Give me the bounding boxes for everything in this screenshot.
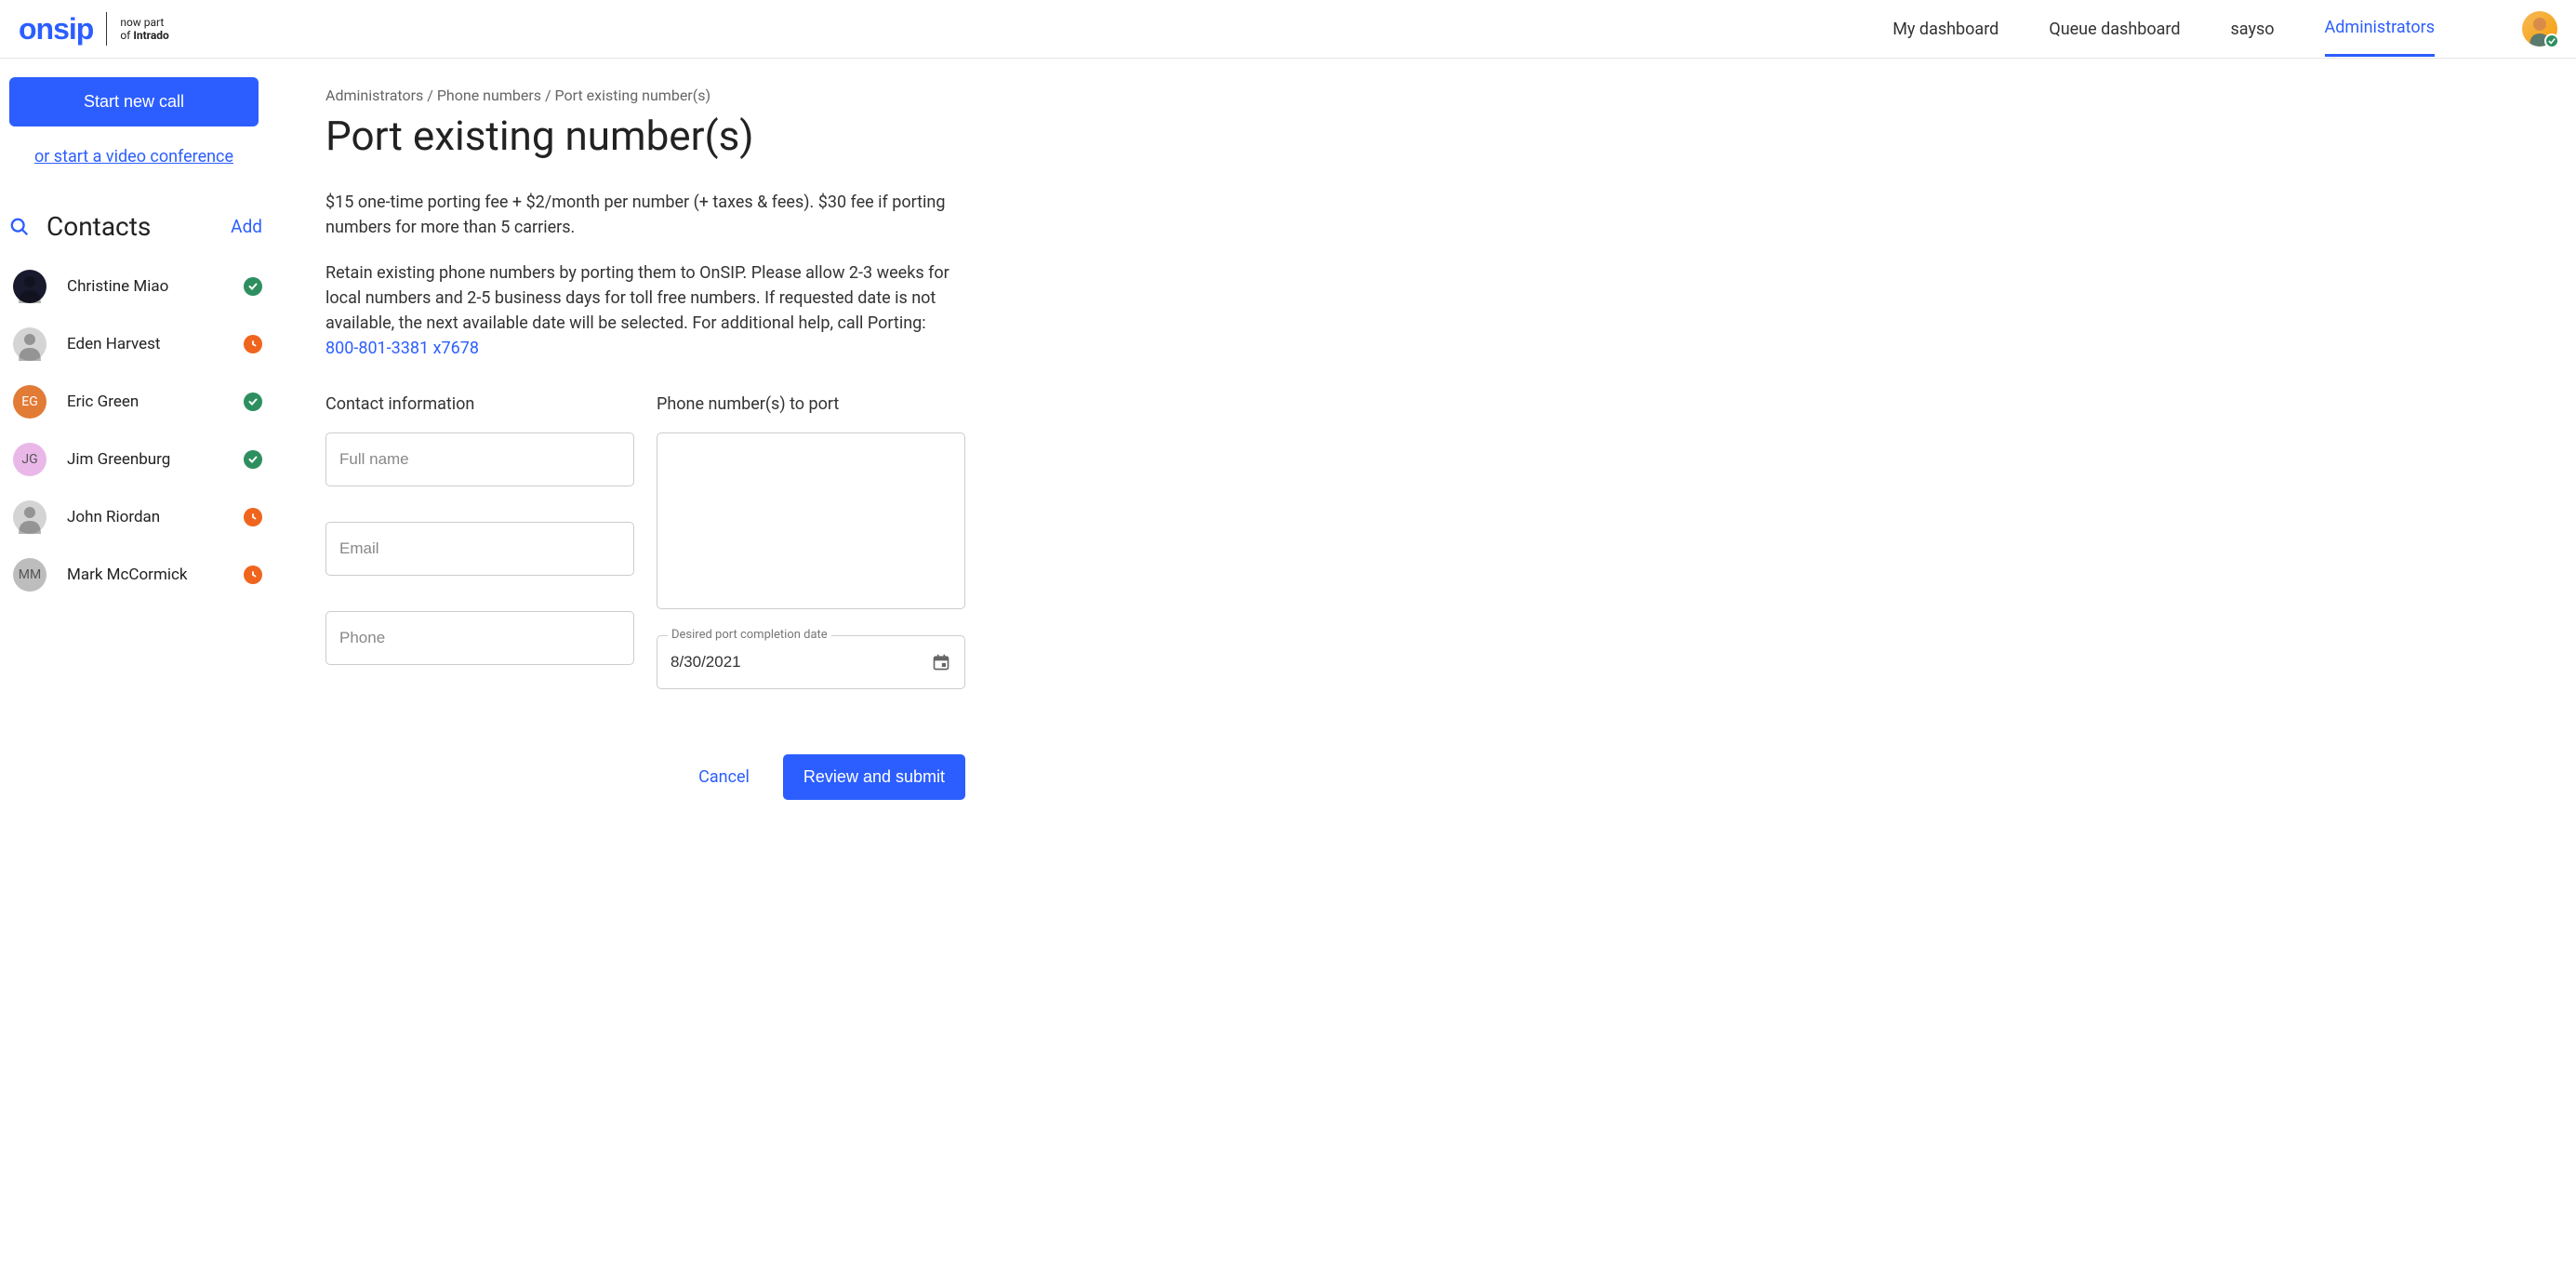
contact-left: Eden Harvest (13, 327, 160, 361)
contact-avatar (13, 270, 46, 303)
status-available-icon (244, 450, 262, 469)
email-input[interactable] (325, 522, 634, 576)
calendar-icon[interactable] (932, 653, 950, 672)
person-icon (13, 270, 46, 303)
contact-name: Christine Miao (67, 277, 168, 296)
status-away-icon (244, 335, 262, 353)
contact-left: Christine Miao (13, 270, 168, 303)
desc-text: Retain existing phone numbers by porting… (325, 263, 949, 333)
contact-item[interactable]: EG Eric Green (9, 378, 270, 426)
check-icon (248, 455, 258, 464)
contact-name: Mark McCormick (67, 565, 188, 584)
contact-name: Jim Greenburg (67, 450, 170, 469)
person-icon (13, 500, 46, 534)
search-icon[interactable] (9, 217, 30, 237)
phone-numbers-column: Phone number(s) to port Desired port com… (657, 394, 965, 700)
date-input[interactable] (657, 635, 965, 689)
check-icon (248, 397, 258, 406)
contact-avatar (13, 327, 46, 361)
contact-avatar (13, 500, 46, 534)
header: onsip now part of Intrado My dashboard Q… (0, 0, 2576, 59)
contacts-title: Contacts (46, 211, 151, 242)
phone-numbers-textarea[interactable] (657, 432, 965, 609)
fee-description: $15 one-time porting fee + $2/month per … (325, 190, 958, 240)
contact-info-column: Contact information (325, 394, 634, 700)
nav-my-dashboard[interactable]: My dashboard (1892, 3, 1998, 56)
form-actions: Cancel Review and submit (325, 754, 965, 800)
layout: Start new call or start a video conferen… (0, 59, 2576, 837)
status-available-icon (244, 277, 262, 296)
form-row: Contact information Phone number(s) to p… (325, 394, 1246, 700)
logo-divider (106, 12, 107, 46)
status-available-icon (244, 393, 262, 411)
contacts-header: Contacts Add (9, 211, 270, 242)
top-nav: My dashboard Queue dashboard sayso Admin… (1892, 1, 2557, 57)
contact-avatar: MM (13, 558, 46, 592)
logo-tagline: now part of Intrado (120, 16, 168, 43)
porting-description: Retain existing phone numbers by porting… (325, 260, 958, 361)
contact-item[interactable]: John Riordan (9, 493, 270, 541)
contact-name: Eric Green (67, 393, 139, 411)
clock-icon (248, 512, 258, 522)
submit-button[interactable]: Review and submit (783, 754, 965, 800)
main-content: Administrators / Phone numbers / Port ex… (279, 59, 1302, 837)
contact-name: John Riordan (67, 508, 160, 526)
clock-icon (248, 570, 258, 579)
fullname-input[interactable] (325, 432, 634, 486)
tagline-brand: Intrado (133, 29, 168, 42)
cancel-button[interactable]: Cancel (698, 767, 750, 787)
person-icon (13, 327, 46, 361)
date-label: Desired port completion date (668, 628, 831, 642)
contact-left: John Riordan (13, 500, 160, 534)
start-call-button[interactable]: Start new call (9, 77, 259, 126)
phone-input[interactable] (325, 611, 634, 665)
porting-phone-link[interactable]: 800-801-3381 x7678 (325, 339, 479, 358)
contact-avatar: JG (13, 443, 46, 476)
add-contact-link[interactable]: Add (231, 216, 262, 237)
breadcrumb: Administrators / Phone numbers / Port ex… (325, 86, 1246, 104)
status-away-icon (244, 508, 262, 526)
check-icon (248, 282, 258, 291)
contact-list: Christine Miao Eden Harvest EG Eric Green JG… (9, 262, 270, 599)
tagline-line1: now part (120, 16, 168, 29)
nav-administrators[interactable]: Administrators (2325, 1, 2435, 57)
logo-group[interactable]: onsip now part of Intrado (19, 12, 169, 47)
contact-left: EG Eric Green (13, 385, 139, 419)
page-title: Port existing number(s) (325, 112, 1246, 160)
user-avatar[interactable] (2522, 11, 2557, 47)
status-away-icon (244, 565, 262, 584)
contact-left: JG Jim Greenburg (13, 443, 170, 476)
contact-item[interactable]: MM Mark McCormick (9, 551, 270, 599)
contact-item[interactable]: Christine Miao (9, 262, 270, 311)
video-conference-link[interactable]: or start a video conference (9, 147, 259, 166)
logo-text: onsip (19, 12, 93, 47)
date-field-wrap: Desired port completion date (657, 635, 965, 689)
tagline-line2: of Intrado (120, 29, 168, 42)
contact-avatar: EG (13, 385, 46, 419)
contact-left: MM Mark McCormick (13, 558, 188, 592)
nav-sayso[interactable]: sayso (2231, 3, 2275, 56)
contact-section-label: Contact information (325, 394, 634, 414)
clock-icon (248, 339, 258, 349)
contacts-header-left: Contacts (9, 211, 151, 242)
contact-item[interactable]: Eden Harvest (9, 320, 270, 368)
phone-section-label: Phone number(s) to port (657, 394, 965, 414)
contact-item[interactable]: JG Jim Greenburg (9, 435, 270, 484)
contact-name: Eden Harvest (67, 335, 160, 353)
sidebar: Start new call or start a video conferen… (0, 59, 279, 837)
nav-queue-dashboard[interactable]: Queue dashboard (2049, 3, 2180, 56)
check-icon (2548, 37, 2556, 45)
status-badge-icon (2544, 33, 2559, 48)
